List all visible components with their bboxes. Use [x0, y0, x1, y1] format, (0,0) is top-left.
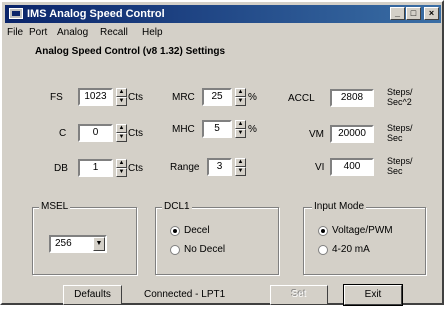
msel-group: MSEL 256 ▼ — [32, 201, 137, 275]
voltage-pwm-radio-label: Voltage/PWM — [332, 225, 393, 236]
accl-unit: Steps/Sec^2 — [387, 87, 413, 107]
range-label: Range — [170, 162, 200, 173]
db-input[interactable]: 1 — [78, 159, 113, 177]
range-input[interactable]: 3 — [207, 158, 232, 176]
vm-unit: Steps/Sec — [387, 123, 413, 143]
title-bar: IMS Analog Speed Control _ □ × — [5, 5, 441, 23]
menu-file[interactable]: File — [7, 27, 23, 38]
mrc-input[interactable]: 25 — [202, 88, 232, 106]
vi-label: VI — [315, 162, 325, 173]
vm-label: VM — [309, 129, 324, 140]
menu-analog[interactable]: Analog — [57, 27, 88, 38]
menu-help[interactable]: Help — [142, 27, 163, 38]
decel-radio-label: Decel — [184, 225, 210, 236]
msel-value: 256 — [55, 238, 72, 249]
range-spinner[interactable]: ▲ ▼ — [235, 158, 246, 176]
settings-title: Analog Speed Control (v8 1.32) Settings — [35, 46, 226, 57]
accl-input[interactable]: 2808 — [330, 89, 374, 107]
maximize-button[interactable]: □ — [406, 7, 421, 20]
fs-spinner[interactable]: ▲ ▼ — [116, 88, 127, 106]
mrc-label: MRC — [172, 92, 195, 103]
msel-dropdown[interactable]: 256 ▼ — [49, 235, 107, 253]
db-label: DB — [54, 163, 68, 174]
vi-input[interactable]: 400 — [330, 158, 374, 176]
current-radio[interactable] — [318, 245, 328, 255]
close-button[interactable]: × — [424, 7, 439, 20]
no-decel-radio[interactable] — [170, 245, 180, 255]
mhc-unit: % — [248, 124, 257, 135]
input-mode-group: Input Mode Voltage/PWM 4-20 mA — [303, 201, 426, 275]
mhc-input[interactable]: 5 — [202, 120, 232, 138]
db-spinner[interactable]: ▲ ▼ — [116, 159, 127, 177]
app-window: IMS Analog Speed Control _ □ × File Port… — [0, 0, 444, 306]
connection-status: Connected - LPT1 — [144, 289, 226, 300]
db-unit: Cts — [128, 163, 143, 174]
mrc-spinner[interactable]: ▲ ▼ — [235, 88, 246, 106]
c-spinner[interactable]: ▲ ▼ — [116, 124, 127, 142]
msel-label: MSEL — [39, 201, 71, 212]
c-label: C — [59, 128, 67, 139]
c-unit: Cts — [128, 128, 143, 139]
menu-port[interactable]: Port — [29, 27, 47, 38]
menu-recall[interactable]: Recall — [100, 27, 128, 38]
c-input[interactable]: 0 — [78, 124, 113, 142]
mhc-label: MHC — [172, 124, 195, 135]
no-decel-radio-label: No Decel — [184, 244, 226, 255]
mrc-unit: % — [248, 92, 257, 103]
vm-input[interactable]: 20000 — [330, 125, 374, 143]
app-icon — [9, 8, 23, 19]
current-radio-label: 4-20 mA — [332, 244, 370, 255]
minimize-button[interactable]: _ — [390, 7, 405, 20]
fs-label: FS — [50, 92, 63, 103]
fs-input[interactable]: 1023 — [78, 88, 113, 106]
fs-unit: Cts — [128, 92, 143, 103]
dcl1-group: DCL1 Decel No Decel — [155, 201, 279, 275]
menu-bar: File Port Analog Recall Help — [5, 25, 441, 41]
vi-unit: Steps/Sec — [387, 156, 413, 176]
mhc-spinner[interactable]: ▲ ▼ — [235, 120, 246, 138]
voltage-pwm-radio[interactable] — [318, 226, 328, 236]
accl-label: ACCL — [288, 93, 315, 104]
dcl1-label: DCL1 — [162, 201, 192, 212]
set-button[interactable]: Set — [270, 285, 328, 305]
exit-button[interactable]: Exit — [343, 284, 403, 306]
window-title: IMS Analog Speed Control — [27, 8, 165, 20]
chevron-down-icon[interactable]: ▼ — [93, 237, 105, 251]
input-mode-label: Input Mode — [312, 201, 367, 212]
decel-radio[interactable] — [170, 226, 180, 236]
defaults-button[interactable]: Defaults — [63, 285, 122, 305]
